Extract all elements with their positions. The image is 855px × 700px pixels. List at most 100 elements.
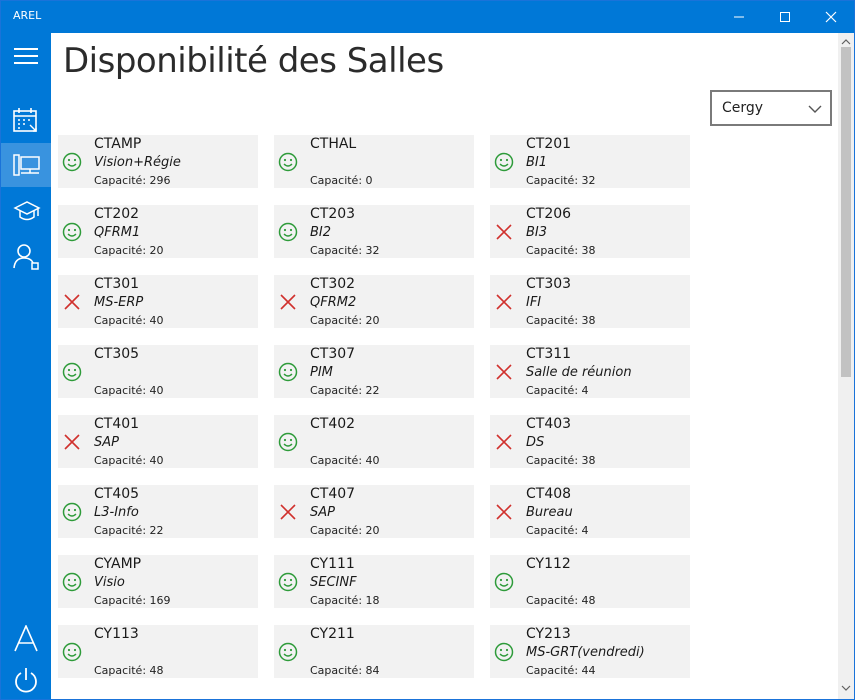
smiley-available-icon xyxy=(278,642,298,662)
nav-profile[interactable] xyxy=(1,233,51,277)
room-name: CT311 xyxy=(526,346,572,362)
room-course: BI1 xyxy=(526,155,548,170)
room-tile[interactable]: CY213 MS-GRT(vendredi) Capacité: 44 xyxy=(490,625,690,678)
minimize-button[interactable] xyxy=(716,1,762,33)
room-name: CY213 xyxy=(526,626,571,642)
cross-unavailable-icon xyxy=(280,294,296,310)
menu-icon xyxy=(14,48,38,64)
cross-unavailable-icon xyxy=(64,434,80,450)
room-tile[interactable]: CT402 Capacité: 40 xyxy=(274,415,474,468)
room-capacity: Capacité: 38 xyxy=(526,454,596,467)
room-capacity: Capacité: 0 xyxy=(310,174,373,187)
scroll-down-icon[interactable] xyxy=(841,685,851,691)
room-name: CYAMP xyxy=(94,556,142,572)
room-course: MS-ERP xyxy=(94,295,144,310)
room-name: CT401 xyxy=(94,416,140,432)
smiley-available-icon xyxy=(62,362,82,382)
room-name: CY111 xyxy=(310,556,355,572)
cross-unavailable-icon xyxy=(496,434,512,450)
nav-logout[interactable] xyxy=(1,657,51,699)
room-tile[interactable]: CY113 Capacité: 48 xyxy=(58,625,258,678)
scroll-thumb[interactable] xyxy=(841,47,851,377)
room-tile[interactable]: CT305 Capacité: 40 xyxy=(58,345,258,398)
room-course: SAP xyxy=(94,435,119,450)
smiley-available-icon xyxy=(494,152,514,172)
room-tile[interactable]: CTHAL Capacité: 0 xyxy=(274,135,474,188)
room-tile[interactable]: CT407 SAP Capacité: 20 xyxy=(274,485,474,538)
room-course: MS-GRT(vendredi) xyxy=(526,645,645,660)
cross-unavailable-icon xyxy=(496,294,512,310)
smiley-available-icon xyxy=(62,152,82,172)
chevron-down-icon xyxy=(808,105,822,113)
room-tile[interactable]: CT201 BI1 Capacité: 32 xyxy=(490,135,690,188)
room-capacity: Capacité: 20 xyxy=(310,524,380,537)
room-name: CT203 xyxy=(310,206,356,222)
cross-unavailable-icon xyxy=(496,504,512,520)
room-tile[interactable]: CT408 Bureau Capacité: 4 xyxy=(490,485,690,538)
room-tile[interactable]: CT403 DS Capacité: 38 xyxy=(490,415,690,468)
smiley-available-icon xyxy=(62,222,82,242)
scroll-up-icon[interactable] xyxy=(841,39,851,45)
room-capacity: Capacité: 40 xyxy=(94,454,164,467)
vertical-scrollbar[interactable] xyxy=(838,33,854,699)
calendar-icon xyxy=(13,108,37,132)
room-tile[interactable]: CT311 Salle de réunion Capacité: 4 xyxy=(490,345,690,398)
smiley-available-icon xyxy=(278,222,298,242)
room-tile[interactable]: CT202 QFRM1 Capacité: 20 xyxy=(58,205,258,258)
smiley-available-icon xyxy=(62,642,82,662)
room-capacity: Capacité: 22 xyxy=(310,384,380,397)
arel-logo-icon xyxy=(14,625,38,652)
app-window: AREL Disponibilité des Salles Cergy CTAM… xyxy=(0,0,855,700)
room-tile[interactable]: CT203 BI2 Capacité: 32 xyxy=(274,205,474,258)
room-name: CT305 xyxy=(94,346,140,362)
page-title: Disponibilité des Salles xyxy=(63,41,444,81)
sidebar xyxy=(1,33,51,699)
room-capacity: Capacité: 48 xyxy=(526,594,596,607)
nav-grades[interactable] xyxy=(1,189,51,233)
power-icon xyxy=(15,668,37,693)
room-tile[interactable]: CYAMP Visio Capacité: 169 xyxy=(58,555,258,608)
room-tile[interactable]: CY211 Capacité: 84 xyxy=(274,625,474,678)
room-tile[interactable]: CT405 L3-Info Capacité: 22 xyxy=(58,485,258,538)
campus-dropdown[interactable]: Cergy xyxy=(710,90,832,126)
room-tile[interactable]: CT401 SAP Capacité: 40 xyxy=(58,415,258,468)
room-name: CT408 xyxy=(526,486,572,502)
room-course: PIM xyxy=(310,365,333,380)
smiley-available-icon xyxy=(278,362,298,382)
room-capacity: Capacité: 18 xyxy=(310,594,380,607)
nav-about[interactable] xyxy=(1,615,51,659)
cross-unavailable-icon xyxy=(64,294,80,310)
close-button[interactable] xyxy=(808,1,854,33)
room-tile[interactable]: CY111 SECINF Capacité: 18 xyxy=(274,555,474,608)
room-capacity: Capacité: 48 xyxy=(94,664,164,677)
campus-dropdown-value: Cergy xyxy=(722,100,764,116)
room-course: IFI xyxy=(526,295,542,310)
nav-rooms[interactable] xyxy=(1,143,51,187)
room-name: CT201 xyxy=(526,136,572,152)
graduation-cap-icon xyxy=(13,201,41,221)
room-tile[interactable]: CT307 PIM Capacité: 22 xyxy=(274,345,474,398)
room-capacity: Capacité: 169 xyxy=(94,594,171,607)
room-tile[interactable]: CT206 BI3 Capacité: 38 xyxy=(490,205,690,258)
room-course: SECINF xyxy=(310,575,357,590)
room-tile[interactable]: CT303 IFI Capacité: 38 xyxy=(490,275,690,328)
smiley-available-icon xyxy=(494,642,514,662)
cross-unavailable-icon xyxy=(280,504,296,520)
room-capacity: Capacité: 4 xyxy=(526,524,589,537)
close-icon xyxy=(825,11,837,23)
room-tile[interactable]: CT301 MS-ERP Capacité: 40 xyxy=(58,275,258,328)
room-name: CY211 xyxy=(310,626,355,642)
maximize-icon xyxy=(780,12,790,22)
room-tile[interactable]: CY112 Capacité: 48 xyxy=(490,555,690,608)
room-tile[interactable]: CT302 QFRM2 Capacité: 20 xyxy=(274,275,474,328)
cross-unavailable-icon xyxy=(496,364,512,380)
smiley-available-icon xyxy=(494,572,514,592)
nav-planning[interactable] xyxy=(1,98,51,142)
room-name: CT302 xyxy=(310,276,356,292)
room-name: CT307 xyxy=(310,346,356,362)
maximize-button[interactable] xyxy=(762,1,808,33)
room-tile[interactable]: CTAMP Vision+Régie Capacité: 296 xyxy=(58,135,258,188)
hamburger-menu-button[interactable] xyxy=(1,35,51,79)
room-name: CTAMP xyxy=(94,136,142,152)
room-name: CT202 xyxy=(94,206,140,222)
